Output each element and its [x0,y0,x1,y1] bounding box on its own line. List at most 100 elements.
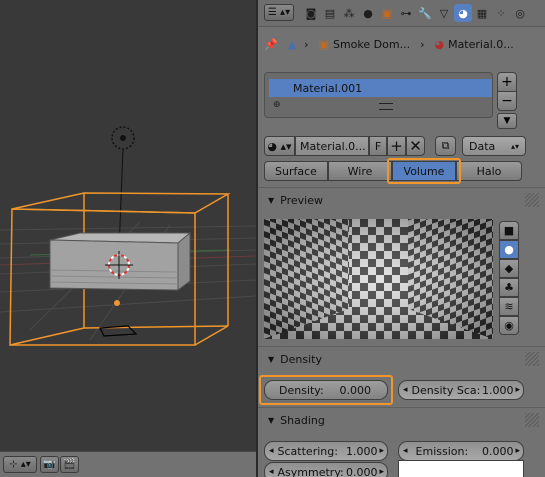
pin-icon[interactable]: 📌 [264,38,278,51]
new-material-button[interactable]: + [387,136,406,156]
material-icon: ◕ [434,37,445,51]
properties-editor: ☰ ▴▾ ◙ ▤ ⁂ ● ▣ ⊶ 🔧 ▽ ◕ ▦ ⁘ ◎ 📌 ▲ › ▣ Smo… [258,0,545,477]
remove-slot-button[interactable]: − [497,91,517,111]
tab-halo[interactable]: Halo [456,161,522,181]
emission-label: Emission: [415,444,469,458]
density-panel-title: Density [280,352,322,366]
material-browse-button[interactable]: ◕ ▴▾ [264,136,295,156]
tab-surface-label: Surface [275,164,317,178]
shading-panel-title: Shading [280,413,325,427]
3d-viewport[interactable]: ⊹ ▴▾ 📷 🎬 [0,0,256,477]
asymmetry-field[interactable]: ◂ Asymmetry: 0.000 ▸ [264,462,388,477]
editor-type-menu[interactable]: ☰ ▴▾ [264,4,294,21]
asymmetry-value: 0.000 [345,465,378,477]
clapper-icon[interactable]: 🎬 [60,456,79,473]
link-select-value: Data [469,139,496,153]
tab-wire[interactable]: Wire [328,161,392,181]
panel-drag-grip[interactable] [525,413,539,427]
decrement-arrow-icon[interactable]: ◂ [403,385,408,395]
asymmetry-label: Asymmetry: [277,465,344,477]
particles-tab-icon[interactable]: ⁘ [492,4,510,22]
data-tab-icon[interactable]: ▽ [435,4,453,22]
material-preview-image [264,219,493,339]
unlink-material-button[interactable]: ✕ [406,136,425,156]
breadcrumb-object[interactable]: Smoke Dom... [333,38,410,51]
density-scale-value: 1.000 [481,383,514,397]
density-scale-field[interactable]: ◂ Density Sca: 1.000 ▸ [398,380,524,400]
increment-arrow-icon[interactable]: ▸ [515,446,520,456]
preview-flat-button[interactable]: ■ [499,221,519,240]
density-scale-label: Density Sca: [411,383,481,397]
preview-panel-header[interactable]: ▼ Preview [258,189,545,211]
panel-drag-grip[interactable] [525,352,539,366]
preview-cube-button[interactable]: ◆ [499,259,519,278]
increment-arrow-icon[interactable]: ▸ [379,446,384,456]
decrement-arrow-icon[interactable]: ◂ [269,467,274,477]
collapse-triangle-icon: ▼ [268,195,275,205]
add-slot-button[interactable]: + [497,72,517,92]
panel-separator [258,346,545,347]
shading-panel-header[interactable]: ▼ Shading [258,409,545,431]
chevron-down-icon: ▴▾ [510,141,519,151]
list-filter-icon[interactable]: ⊕ [273,100,281,110]
panel-drag-grip[interactable] [525,193,539,207]
breadcrumb-separator: › [304,37,309,51]
density-highlight [259,375,393,405]
modifiers-tab-icon[interactable]: 🔧 [416,4,434,22]
remove-slot-label: − [501,93,513,109]
material-slot-label: Material.001 [293,81,363,95]
emission-value: 0.000 [481,444,514,458]
breadcrumb-material[interactable]: Material.0... [448,38,514,51]
material-name-field[interactable]: Material.0... [295,136,369,156]
scattering-label: Scattering: [277,444,338,458]
node-toggle-button[interactable]: ⧉ [435,136,456,156]
fake-user-button[interactable]: F [369,136,387,156]
preview-hair-button[interactable]: ≋ [499,297,519,316]
object-tab-icon[interactable]: ▣ [378,4,396,22]
preview-panel-title: Preview [280,193,323,207]
density-panel-header[interactable]: ▼ Density [258,348,545,370]
fake-user-label: F [374,139,382,153]
render-tab-icon[interactable]: ◙ [302,4,320,22]
texture-tab-icon[interactable]: ▦ [473,4,491,22]
scene-tab-icon[interactable]: ⁂ [340,4,358,22]
material-name-text: Material.0... [300,139,366,153]
breadcrumb-separator: › [420,37,425,51]
material-slot-item[interactable]: Material.001 [269,79,492,97]
scene-icon: ▲ [287,37,297,51]
render-icon[interactable]: 📷 [40,456,59,473]
volume-highlight [387,158,461,184]
object-origin[interactable] [114,300,120,306]
add-slot-label: + [501,74,513,90]
preview-monkey-button[interactable]: ♣ [499,278,519,297]
world-tab-icon[interactable]: ● [359,4,377,22]
constraints-tab-icon[interactable]: ⊶ [397,4,415,22]
panel-separator [258,187,545,188]
preview-sphere-button[interactable]: ● [499,240,519,259]
panel-separator [258,407,545,408]
viewport-canvas[interactable] [0,0,256,451]
properties-header: ☰ ▴▾ ◙ ▤ ⁂ ● ▣ ⊶ 🔧 ▽ ◕ ▦ ⁘ ◎ [258,0,545,27]
scattering-value: 1.000 [345,444,378,458]
preview-world-button[interactable]: ◉ [499,316,519,335]
material-slot-list[interactable]: Material.001 ⊕ [264,72,493,118]
material-tab-icon[interactable]: ◕ [454,4,472,22]
emission-color-swatch[interactable] [398,460,524,477]
collapse-triangle-icon: ▼ [268,415,275,425]
slot-specials-menu[interactable]: ▼ [497,113,517,129]
collapse-triangle-icon: ▼ [268,354,275,364]
pivot-point-menu[interactable]: ⊹ ▴▾ [3,456,37,473]
tab-halo-label: Halo [476,164,502,178]
render-layers-tab-icon[interactable]: ▤ [321,4,339,22]
link-select[interactable]: Data ▴▾ [462,136,526,156]
increment-arrow-icon[interactable]: ▸ [379,467,384,477]
scattering-field[interactable]: ◂ Scattering: 1.000 ▸ [264,441,388,461]
increment-arrow-icon[interactable]: ▸ [515,385,520,395]
decrement-arrow-icon[interactable]: ◂ [269,446,274,456]
emission-field[interactable]: ◂ Emission: 0.000 ▸ [398,441,524,461]
emitter-cube[interactable] [49,231,192,291]
decrement-arrow-icon[interactable]: ◂ [403,446,408,456]
tab-surface[interactable]: Surface [264,161,328,181]
list-resize-grip[interactable] [379,103,393,110]
physics-tab-icon[interactable]: ◎ [511,4,529,22]
